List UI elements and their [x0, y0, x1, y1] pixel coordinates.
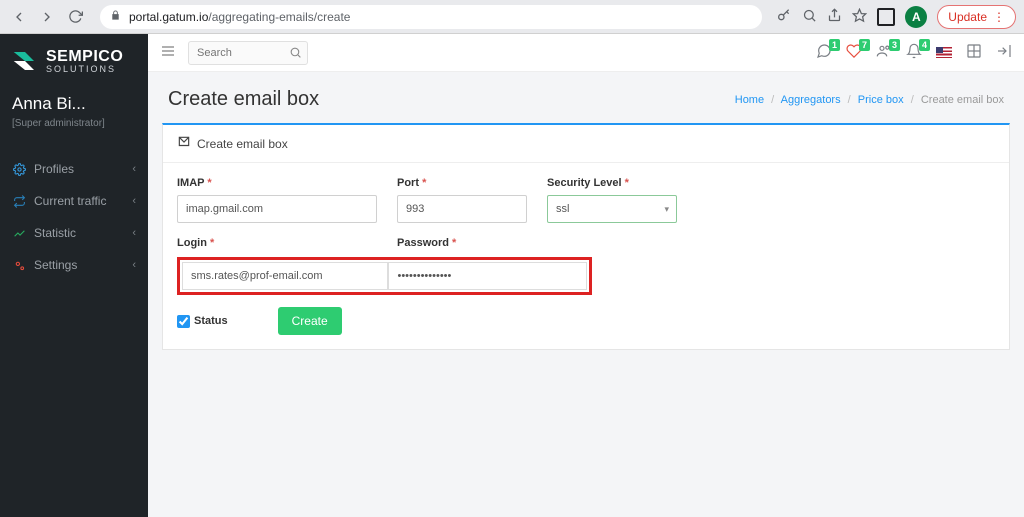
user-role: [Super administrator]: [12, 118, 136, 129]
breadcrumb-pricebox[interactable]: Price box: [858, 94, 904, 106]
topbar: 1 7 3 4: [148, 34, 1024, 72]
breadcrumb-current: Create email box: [921, 94, 1004, 106]
key-icon[interactable]: [776, 7, 792, 26]
back-button[interactable]: [8, 6, 30, 28]
heart-icon[interactable]: 7: [846, 43, 862, 62]
chevron-left-icon: ‹: [132, 227, 136, 239]
badge: 4: [919, 39, 930, 51]
cogs-icon: [12, 258, 26, 272]
forward-button[interactable]: [36, 6, 58, 28]
login-input[interactable]: [182, 262, 388, 290]
card-title: Create email box: [197, 137, 288, 151]
sidebar-item-traffic[interactable]: Current traffic ‹: [0, 185, 148, 217]
brand-name: SEMPICO: [46, 49, 123, 65]
status-checkbox-wrap[interactable]: Status: [177, 315, 228, 328]
url-path: /aggregating-emails/create: [208, 10, 350, 24]
credentials-highlight: [177, 257, 592, 295]
zoom-icon[interactable]: [802, 8, 817, 26]
share-icon[interactable]: [827, 8, 842, 26]
lock-icon: [110, 10, 121, 24]
users-icon[interactable]: 3: [876, 43, 892, 62]
brand-sub: SOLUTIONS: [46, 65, 123, 74]
envelope-icon: [177, 135, 191, 152]
sidebar-item-statistic[interactable]: Statistic ‹: [0, 217, 148, 249]
badge: 7: [859, 39, 870, 51]
status-checkbox[interactable]: [177, 315, 190, 328]
menu-toggle-icon[interactable]: [160, 43, 176, 62]
reload-button[interactable]: [64, 6, 86, 28]
logo[interactable]: SEMPICO SOLUTIONS: [0, 34, 148, 84]
gear-icon: [12, 162, 26, 176]
star-icon[interactable]: [852, 8, 867, 26]
create-button[interactable]: Create: [278, 307, 342, 335]
breadcrumb-home[interactable]: Home: [735, 94, 764, 106]
port-input[interactable]: [397, 195, 527, 223]
login-label: Login *: [177, 237, 377, 249]
port-label: Port *: [397, 177, 527, 189]
sidebar-menu: Profiles ‹ Current traffic ‹ S: [0, 153, 148, 281]
status-label: Status: [194, 315, 228, 327]
search-box: [188, 41, 308, 65]
sidebar-item-label: Statistic: [34, 226, 76, 240]
more-icon: ⋮: [993, 10, 1005, 24]
chart-icon: [12, 226, 26, 240]
extensions-icon[interactable]: [877, 8, 895, 26]
flag-icon[interactable]: [936, 47, 952, 58]
sidebar-item-settings[interactable]: Settings ‹: [0, 249, 148, 281]
user-block: Anna Bi... [Super administrator]: [0, 84, 148, 135]
user-name: Anna Bi...: [12, 94, 136, 114]
search-icon[interactable]: [289, 46, 302, 62]
card-header: Create email box: [163, 125, 1009, 163]
content-area: 1 7 3 4: [148, 34, 1024, 517]
url-host: portal.gatum.io: [129, 10, 208, 24]
password-label: Password *: [397, 237, 527, 249]
profile-avatar[interactable]: A: [905, 6, 927, 28]
security-value[interactable]: [547, 195, 677, 223]
browser-toolbar: portal.gatum.io/aggregating-emails/creat…: [0, 0, 1024, 34]
sidebar-item-label: Profiles: [34, 162, 74, 176]
badge: 1: [829, 39, 840, 51]
page-header: Create email box Home / Aggregators / Pr…: [148, 72, 1024, 123]
caret-down-icon: ▾: [664, 204, 669, 215]
badge: 3: [889, 39, 900, 51]
breadcrumb-aggregators[interactable]: Aggregators: [781, 94, 841, 106]
breadcrumb: Home / Aggregators / Price box / Create …: [735, 94, 1004, 106]
logo-mark-icon: [10, 46, 40, 76]
sidebar-item-profiles[interactable]: Profiles ‹: [0, 153, 148, 185]
sidebar-item-label: Settings: [34, 258, 77, 272]
imap-label: IMAP *: [177, 177, 377, 189]
page-title: Create email box: [168, 88, 319, 111]
update-label: Update: [948, 10, 987, 24]
grid-icon[interactable]: [966, 43, 982, 62]
security-select[interactable]: ▾: [547, 195, 677, 223]
address-bar[interactable]: portal.gatum.io/aggregating-emails/creat…: [100, 5, 762, 29]
chevron-left-icon: ‹: [132, 163, 136, 175]
bell-icon[interactable]: 4: [906, 43, 922, 62]
sidebar: SEMPICO SOLUTIONS Anna Bi... [Super admi…: [0, 34, 148, 517]
password-input[interactable]: [388, 262, 587, 290]
security-label: Security Level *: [547, 177, 677, 189]
messages-icon[interactable]: 1: [816, 43, 832, 62]
imap-input[interactable]: [177, 195, 377, 223]
chevron-left-icon: ‹: [132, 195, 136, 207]
form-card: Create email box IMAP * Port * Security …: [162, 123, 1010, 350]
arrows-icon: [12, 194, 26, 208]
sidebar-item-label: Current traffic: [34, 194, 106, 208]
logout-icon[interactable]: [996, 43, 1012, 62]
update-button[interactable]: Update ⋮: [937, 5, 1016, 29]
chevron-left-icon: ‹: [132, 259, 136, 271]
